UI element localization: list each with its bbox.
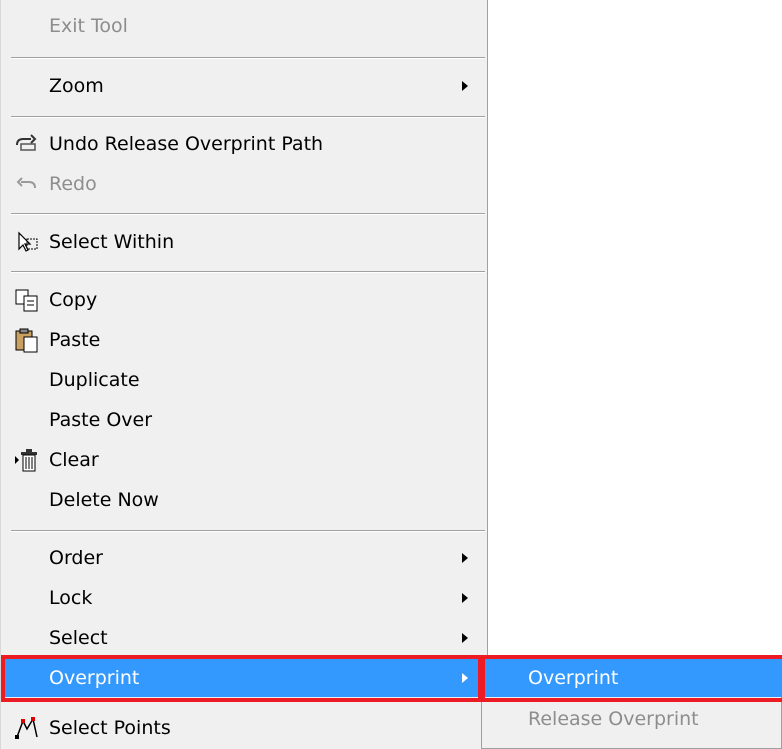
submenu-item-overprint[interactable]: Overprint <box>482 659 782 697</box>
menu-item-clear[interactable]: Clear <box>1 440 487 480</box>
menu-item-label: Select Within <box>49 231 175 253</box>
submenu-arrow-icon <box>462 593 468 603</box>
menu-item-exit-tool[interactable]: Exit Tool <box>1 6 487 46</box>
context-menu: Exit Tool Zoom Undo Release Overprint Pa… <box>0 0 488 749</box>
menu-item-label: Overprint <box>49 667 140 689</box>
menu-separator <box>11 530 485 532</box>
menu-item-select-points[interactable]: Select Points <box>1 706 487 749</box>
menu-item-select[interactable]: Select <box>1 618 487 658</box>
menu-item-undo[interactable]: Undo Release Overprint Path <box>1 124 487 164</box>
submenu-arrow-icon <box>462 673 468 683</box>
copy-icon <box>13 287 41 313</box>
submenu-item-release-overprint[interactable]: Release Overprint <box>482 700 782 738</box>
submenu-item-label: Release Overprint <box>528 708 699 730</box>
menu-item-label: Undo Release Overprint Path <box>49 133 324 155</box>
menu-item-overprint[interactable]: Overprint <box>1 659 487 697</box>
paste-icon <box>13 327 41 353</box>
menu-separator <box>11 213 485 215</box>
menu-item-label: Delete Now <box>49 489 159 511</box>
cursor-select-icon <box>13 229 41 255</box>
menu-item-paste[interactable]: Paste <box>1 320 487 360</box>
menu-item-label: Copy <box>49 289 98 311</box>
submenu-arrow-icon <box>462 633 468 643</box>
overprint-submenu: Overprint Release Overprint <box>481 655 782 749</box>
menu-item-label: Lock <box>49 587 93 609</box>
menu-item-label: Order <box>49 547 103 569</box>
menu-item-label: Zoom <box>49 75 104 97</box>
submenu-item-label: Overprint <box>528 667 619 689</box>
menu-item-paste-over[interactable]: Paste Over <box>1 400 487 440</box>
menu-item-label: Select Points <box>49 716 171 739</box>
menu-item-select-within[interactable]: Select Within <box>1 222 487 262</box>
menu-item-lock[interactable]: Lock <box>1 578 487 618</box>
menu-separator <box>11 271 485 273</box>
menu-item-zoom[interactable]: Zoom <box>1 66 487 106</box>
redo-icon <box>13 171 41 197</box>
menu-item-copy[interactable]: Copy <box>1 280 487 320</box>
menu-item-label: Clear <box>49 449 99 471</box>
menu-separator <box>11 57 485 59</box>
submenu-arrow-icon <box>462 81 468 91</box>
menu-item-delete-now[interactable]: Delete Now <box>1 480 487 520</box>
menu-item-order[interactable]: Order <box>1 538 487 578</box>
menu-item-label: Redo <box>49 173 97 195</box>
menu-item-label: Paste Over <box>49 409 153 431</box>
menu-item-redo[interactable]: Redo <box>1 164 487 204</box>
menu-item-label: Select <box>49 627 108 649</box>
menu-item-label: Duplicate <box>49 369 140 391</box>
menu-item-duplicate[interactable]: Duplicate <box>1 360 487 400</box>
menu-separator <box>11 116 485 118</box>
undo-icon <box>13 131 41 157</box>
select-points-icon <box>13 715 41 741</box>
trash-icon <box>13 447 41 473</box>
submenu-arrow-icon <box>462 553 468 563</box>
menu-item-label: Paste <box>49 329 101 351</box>
menu-item-label: Exit Tool <box>49 15 128 37</box>
